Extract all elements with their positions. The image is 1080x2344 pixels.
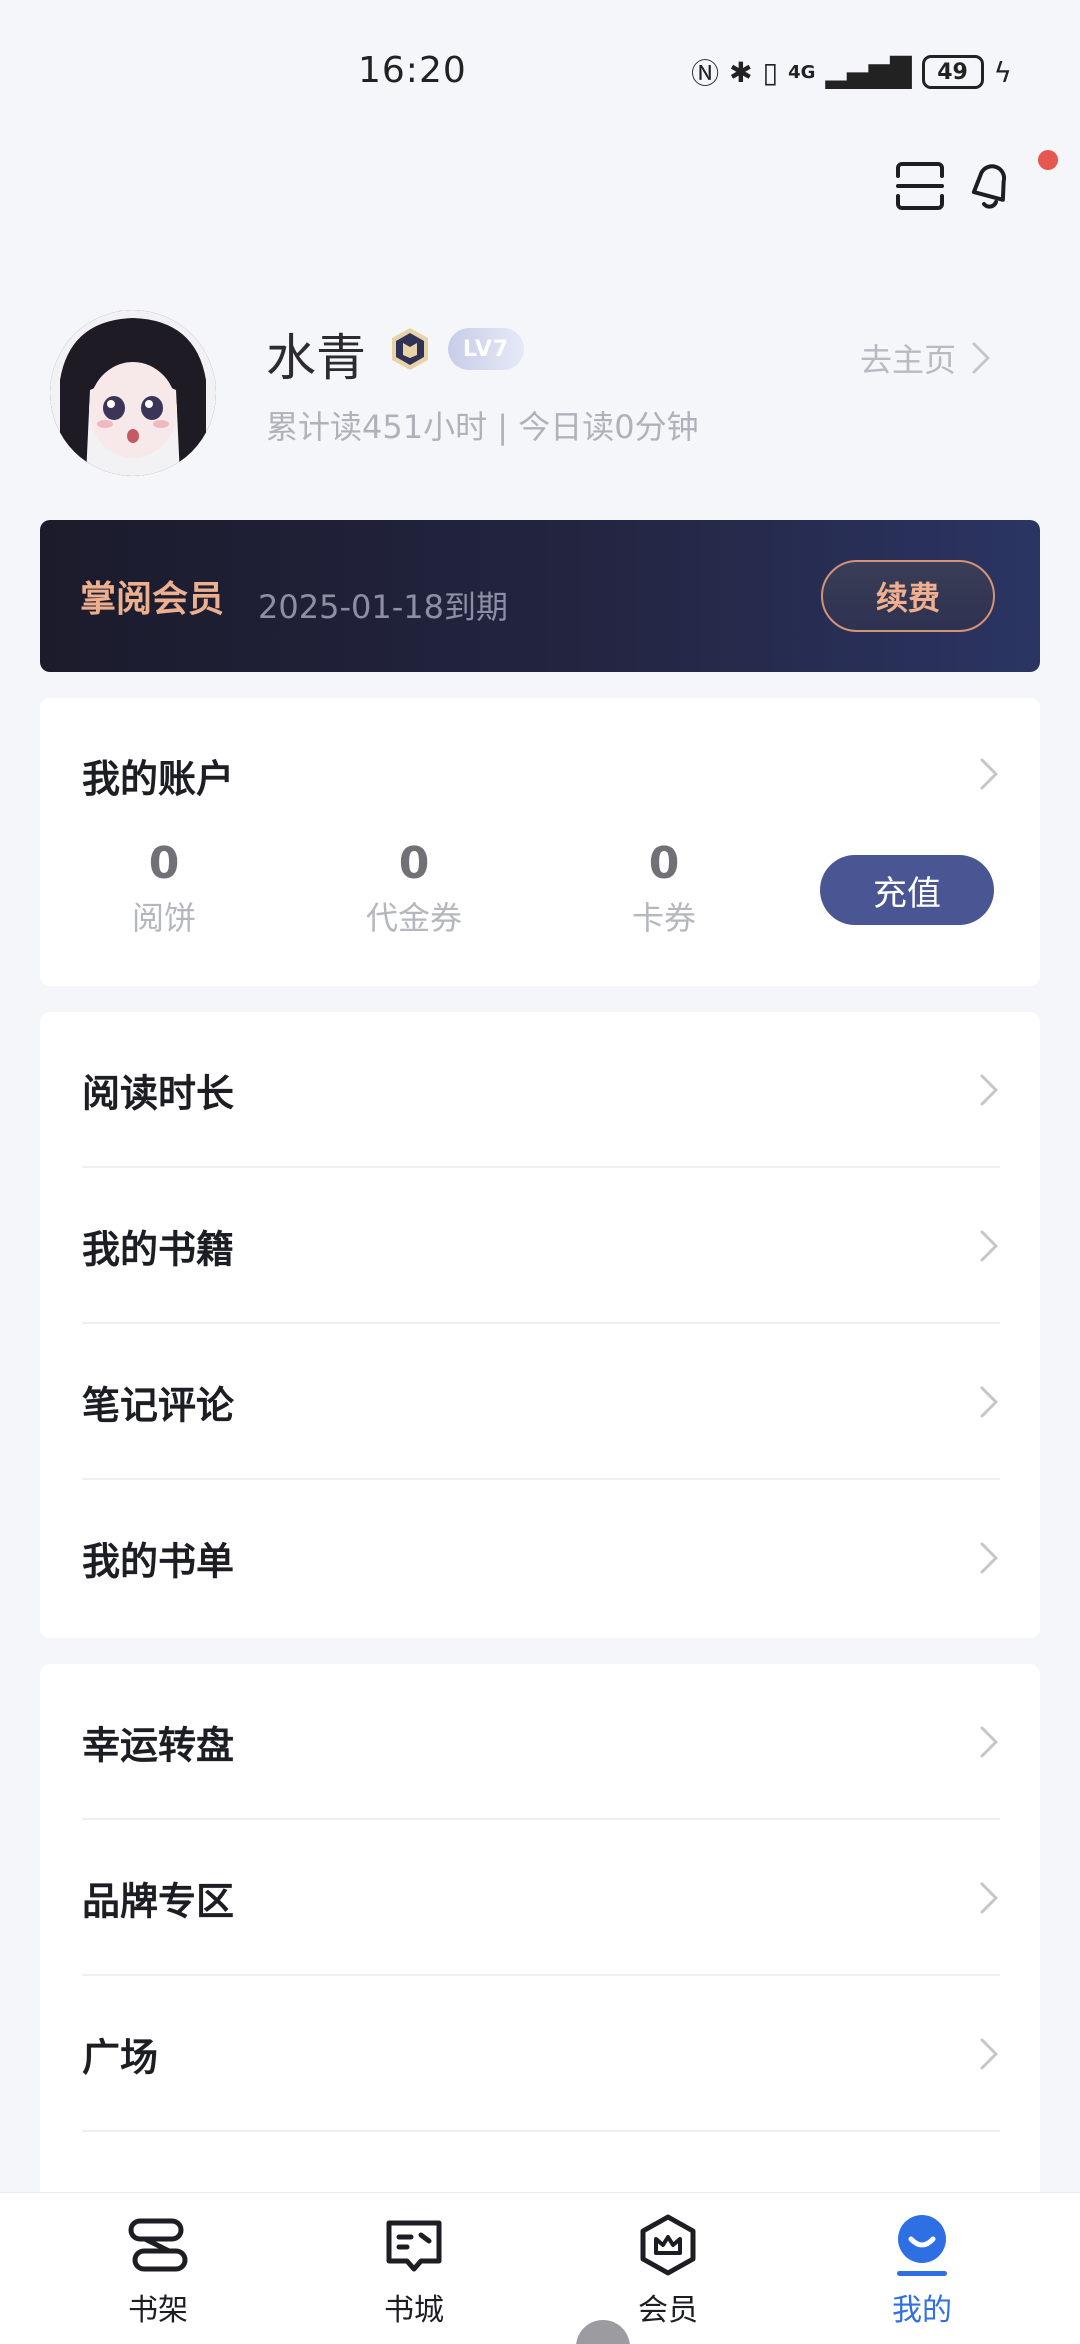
charging-icon: ϟ <box>993 55 1012 89</box>
stat-value: 0 <box>148 838 180 889</box>
stat-card-coupon[interactable]: 0 卡券 <box>564 838 764 939</box>
stat-label: 卡券 <box>631 899 696 937</box>
menu-item-label: 我的书单 <box>82 1539 235 1584</box>
battery-level: 49 <box>937 59 968 85</box>
menu-item-label: 阅读时长 <box>82 1071 235 1116</box>
battery-icon: 49 <box>921 55 984 89</box>
chevron-right-icon <box>980 1230 998 1262</box>
account-card: 我的账户 0 阅饼 0 代金券 0 卡券 充值 <box>40 698 1040 986</box>
nav-label: 书架 <box>128 2293 188 2328</box>
menu-item-my-books[interactable]: 我的书籍 <box>40 1168 1040 1324</box>
stat-yuebing[interactable]: 0 阅饼 <box>64 838 264 939</box>
go-home-label: 去主页 <box>860 341 957 379</box>
chevron-right-icon <box>972 342 990 374</box>
network-label: 4G <box>788 61 816 83</box>
reading-stats: 累计读451小时 | 今日读0分钟 <box>266 408 699 446</box>
bookshelf-icon <box>128 2218 188 2272</box>
menu-item-label: 广场 <box>82 2035 159 2080</box>
stat-label: 阅饼 <box>131 899 196 937</box>
status-icons: Ⓝ ✱ ▯ 4G ▂▄▆█ 49 ϟ <box>691 52 1012 92</box>
menu-item-plaza[interactable]: 广场 <box>40 1976 1040 2132</box>
member-expiry: 2025-01-18到期 <box>258 588 508 626</box>
signal-icon: ▂▄▆█ <box>825 55 912 89</box>
bookstore-icon <box>386 2220 442 2272</box>
menu-item-notes-comments[interactable]: 笔记评论 <box>40 1324 1040 1480</box>
menu-item-lucky-wheel[interactable]: 幸运转盘 <box>40 1664 1040 1820</box>
nav-tab-bookshelf[interactable]: 书架 <box>88 2213 228 2333</box>
menu-item-reading-time[interactable]: 阅读时长 <box>40 1012 1040 1168</box>
stat-value: 0 <box>648 838 680 889</box>
status-time: 16:20 <box>358 50 467 91</box>
chevron-right-icon[interactable] <box>978 756 1000 792</box>
menu-item-label: 幸运转盘 <box>82 1723 235 1768</box>
member-title: 掌阅会员 <box>80 579 225 620</box>
member-banner[interactable]: 掌阅会员 2025-01-18到期 续费 <box>40 520 1040 672</box>
menu-item-book-lists[interactable]: 我的书单 <box>40 1480 1040 1636</box>
chevron-right-icon <box>980 1386 998 1418</box>
stat-value: 0 <box>398 838 430 889</box>
menu-item-label: 品牌专区 <box>82 1879 235 1924</box>
nav-tab-bookstore[interactable]: 书城 <box>344 2213 484 2333</box>
level-badge: LV7 <box>448 328 524 370</box>
nav-label: 会员 <box>638 2293 698 2328</box>
nav-tab-vip[interactable]: 会员 <box>598 2213 738 2333</box>
chevron-right-icon <box>980 1542 998 1574</box>
chevron-right-icon <box>980 2038 998 2070</box>
scan-icon[interactable] <box>894 160 946 212</box>
chevron-right-icon <box>980 1726 998 1758</box>
author-badge-icon <box>392 328 428 370</box>
nav-label: 我的 <box>892 2293 952 2328</box>
account-title[interactable]: 我的账户 <box>82 748 234 803</box>
renew-button[interactable]: 续费 <box>821 560 995 632</box>
nfc-icon: Ⓝ <box>691 57 720 90</box>
menu-item-brand-zone[interactable]: 品牌专区 <box>40 1820 1040 1976</box>
vibrate-icon: ▯ <box>762 55 779 89</box>
go-home-link[interactable]: 去主页 <box>860 335 992 381</box>
nav-label: 书城 <box>384 2293 444 2328</box>
vip-icon <box>640 2214 696 2276</box>
chevron-right-icon <box>980 1074 998 1106</box>
bottom-nav: 书架 书城 会员 我的 <box>0 2192 1080 2344</box>
divider <box>82 2130 1000 2132</box>
status-bar: 16:20 Ⓝ ✱ ▯ 4G ▂▄▆█ 49 ϟ <box>0 0 1080 140</box>
nav-tab-profile[interactable]: 我的 <box>852 2213 992 2333</box>
menu-item-label: 笔记评论 <box>82 1383 235 1428</box>
stat-label: 代金券 <box>365 899 462 937</box>
notification-dot <box>1038 150 1058 170</box>
recharge-button[interactable]: 充值 <box>820 855 994 925</box>
chevron-right-icon <box>980 1882 998 1914</box>
bluetooth-icon: ✱ <box>729 55 753 89</box>
menu-group-reading: 阅读时长 我的书籍 笔记评论 我的书单 <box>40 1012 1040 1638</box>
stat-voucher[interactable]: 0 代金券 <box>314 838 514 939</box>
avatar[interactable] <box>50 310 216 476</box>
notification-bell-icon[interactable] <box>964 158 1016 214</box>
avatar-image <box>50 310 216 476</box>
menu-item-label: 我的书籍 <box>82 1227 235 1272</box>
user-name[interactable]: 水青 <box>266 318 366 390</box>
profile-icon <box>897 2215 947 2276</box>
